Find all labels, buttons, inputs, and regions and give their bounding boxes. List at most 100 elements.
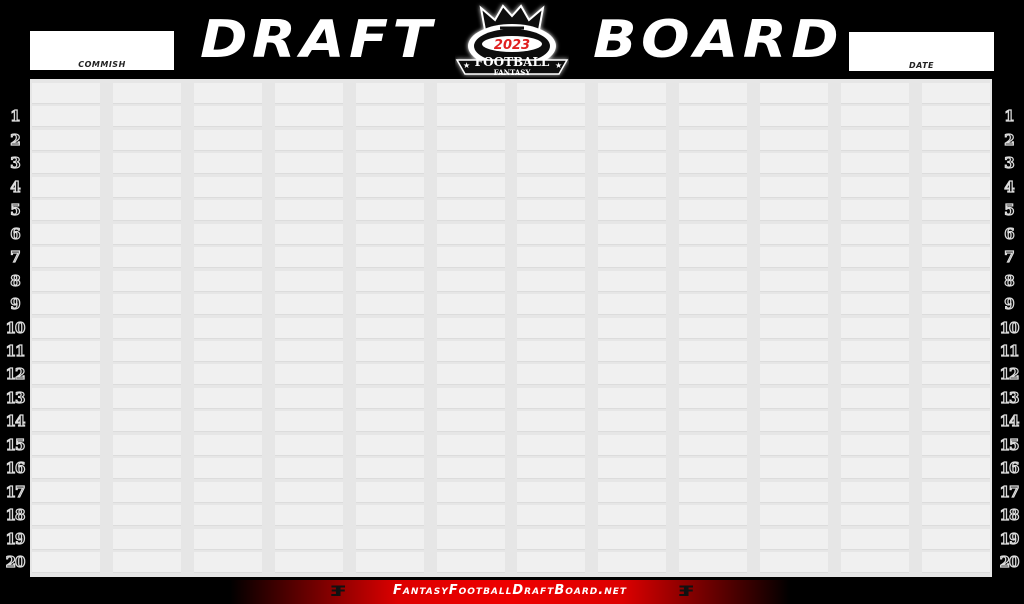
pick-cell[interactable] xyxy=(760,434,829,455)
pick-cell[interactable] xyxy=(436,340,505,361)
pick-cell[interactable] xyxy=(921,153,990,174)
pick-cell[interactable] xyxy=(517,270,586,291)
pick-cell[interactable] xyxy=(32,317,100,338)
pick-cell[interactable] xyxy=(598,481,667,502)
pick-cell[interactable] xyxy=(679,411,748,432)
pick-cell[interactable] xyxy=(841,223,909,244)
pick-cell[interactable] xyxy=(112,458,181,479)
pick-cell[interactable] xyxy=(598,364,667,385)
pick-cell[interactable] xyxy=(517,223,586,244)
pick-cell[interactable] xyxy=(679,364,748,385)
pick-cell[interactable] xyxy=(112,106,181,127)
pick-cell[interactable] xyxy=(841,458,909,479)
pick-cell[interactable] xyxy=(274,411,343,432)
pick-cell[interactable] xyxy=(355,340,424,361)
team-header-cell[interactable] xyxy=(841,83,909,103)
pick-cell[interactable] xyxy=(436,364,505,385)
pick-cell[interactable] xyxy=(760,411,829,432)
pick-cell[interactable] xyxy=(598,411,667,432)
pick-cell[interactable] xyxy=(112,200,181,221)
pick-cell[interactable] xyxy=(921,223,990,244)
pick-cell[interactable] xyxy=(598,247,667,268)
pick-cell[interactable] xyxy=(274,364,343,385)
pick-cell[interactable] xyxy=(32,505,100,526)
pick-cell[interactable] xyxy=(436,528,505,549)
pick-cell[interactable] xyxy=(193,364,262,385)
pick-cell[interactable] xyxy=(841,552,909,572)
pick-cell[interactable] xyxy=(436,411,505,432)
pick-cell[interactable] xyxy=(355,411,424,432)
pick-cell[interactable] xyxy=(32,270,100,291)
pick-cell[interactable] xyxy=(112,552,181,572)
pick-cell[interactable] xyxy=(679,317,748,338)
pick-cell[interactable] xyxy=(436,458,505,479)
pick-cell[interactable] xyxy=(921,434,990,455)
team-header-cell[interactable] xyxy=(921,83,990,103)
pick-cell[interactable] xyxy=(921,247,990,268)
pick-cell[interactable] xyxy=(598,129,667,150)
pick-cell[interactable] xyxy=(436,247,505,268)
pick-cell[interactable] xyxy=(760,106,829,127)
pick-cell[interactable] xyxy=(274,387,343,408)
pick-cell[interactable] xyxy=(679,528,748,549)
pick-cell[interactable] xyxy=(355,434,424,455)
pick-cell[interactable] xyxy=(32,481,100,502)
team-header-cell[interactable] xyxy=(355,83,424,103)
footer-website-link[interactable]: FantasyFootballDraftBoard.net xyxy=(230,583,790,598)
pick-cell[interactable] xyxy=(274,317,343,338)
pick-cell[interactable] xyxy=(32,294,100,315)
pick-cell[interactable] xyxy=(921,364,990,385)
pick-cell[interactable] xyxy=(32,340,100,361)
pick-cell[interactable] xyxy=(112,481,181,502)
pick-cell[interactable] xyxy=(841,200,909,221)
pick-cell[interactable] xyxy=(436,223,505,244)
pick-cell[interactable] xyxy=(355,247,424,268)
pick-cell[interactable] xyxy=(193,458,262,479)
pick-cell[interactable] xyxy=(679,434,748,455)
pick-cell[interactable] xyxy=(679,270,748,291)
pick-cell[interactable] xyxy=(598,270,667,291)
pick-cell[interactable] xyxy=(32,247,100,268)
pick-cell[interactable] xyxy=(32,411,100,432)
pick-cell[interactable] xyxy=(679,387,748,408)
pick-cell[interactable] xyxy=(598,200,667,221)
pick-cell[interactable] xyxy=(112,223,181,244)
pick-cell[interactable] xyxy=(841,387,909,408)
pick-cell[interactable] xyxy=(598,340,667,361)
pick-cell[interactable] xyxy=(193,552,262,572)
pick-cell[interactable] xyxy=(355,106,424,127)
pick-cell[interactable] xyxy=(760,176,829,197)
date-field[interactable]: DATE xyxy=(849,32,994,71)
pick-cell[interactable] xyxy=(841,129,909,150)
pick-cell[interactable] xyxy=(436,387,505,408)
team-header-cell[interactable] xyxy=(517,83,586,103)
pick-cell[interactable] xyxy=(193,294,262,315)
pick-cell[interactable] xyxy=(436,176,505,197)
pick-cell[interactable] xyxy=(921,200,990,221)
pick-cell[interactable] xyxy=(679,458,748,479)
pick-cell[interactable] xyxy=(112,364,181,385)
pick-cell[interactable] xyxy=(679,106,748,127)
pick-cell[interactable] xyxy=(679,247,748,268)
pick-cell[interactable] xyxy=(517,129,586,150)
pick-cell[interactable] xyxy=(760,387,829,408)
pick-cell[interactable] xyxy=(32,223,100,244)
pick-cell[interactable] xyxy=(760,458,829,479)
pick-cell[interactable] xyxy=(274,552,343,572)
pick-cell[interactable] xyxy=(193,200,262,221)
team-header-cell[interactable] xyxy=(32,83,100,103)
pick-cell[interactable] xyxy=(517,505,586,526)
pick-cell[interactable] xyxy=(760,340,829,361)
pick-cell[interactable] xyxy=(921,552,990,572)
pick-cell[interactable] xyxy=(436,270,505,291)
pick-cell[interactable] xyxy=(679,340,748,361)
pick-cell[interactable] xyxy=(32,129,100,150)
pick-cell[interactable] xyxy=(921,481,990,502)
pick-cell[interactable] xyxy=(193,340,262,361)
commish-field[interactable]: COMMISH xyxy=(30,31,174,70)
pick-cell[interactable] xyxy=(598,552,667,572)
pick-cell[interactable] xyxy=(193,434,262,455)
pick-cell[interactable] xyxy=(436,129,505,150)
pick-cell[interactable] xyxy=(355,387,424,408)
pick-cell[interactable] xyxy=(193,317,262,338)
